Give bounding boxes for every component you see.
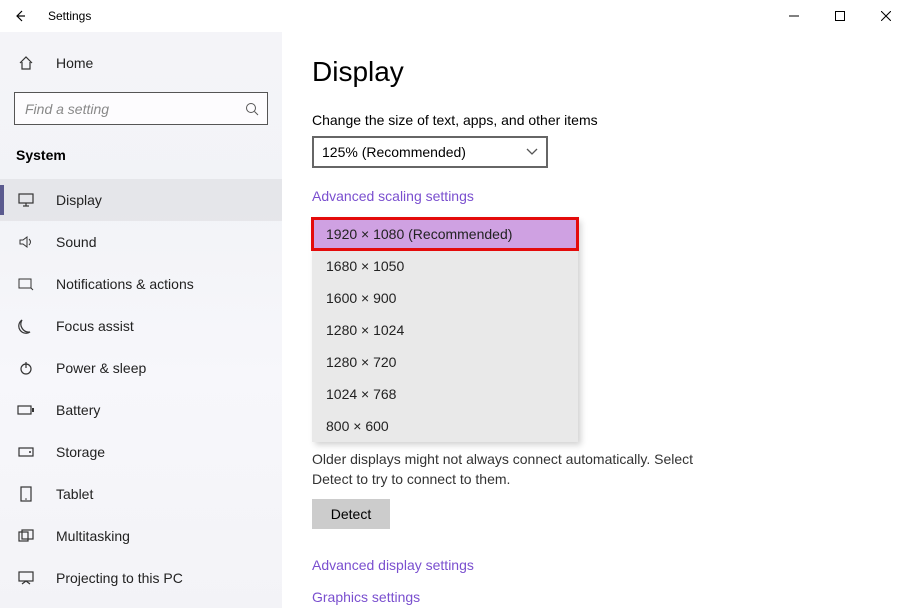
- arrow-left-icon: [13, 9, 27, 23]
- sidebar: Home System Display Sound: [0, 32, 282, 608]
- tablet-icon: [16, 484, 36, 504]
- nav-item-storage[interactable]: Storage: [0, 431, 282, 473]
- resolution-option[interactable]: 1680 × 1050: [312, 250, 578, 282]
- nav-item-display[interactable]: Display: [0, 179, 282, 221]
- sound-icon: [16, 232, 36, 252]
- nav-item-label: Projecting to this PC: [56, 570, 183, 586]
- minimize-icon: [789, 11, 799, 21]
- nav-list: Display Sound Notifications & actions Fo…: [0, 171, 282, 599]
- title-bar: Settings: [0, 0, 909, 32]
- resolution-option[interactable]: 1024 × 768: [312, 378, 578, 410]
- resolution-option[interactable]: 800 × 600: [312, 410, 578, 442]
- scale-label: Change the size of text, apps, and other…: [312, 112, 879, 128]
- resolution-option[interactable]: 1280 × 720: [312, 346, 578, 378]
- battery-icon: [16, 400, 36, 420]
- nav-item-battery[interactable]: Battery: [0, 389, 282, 431]
- close-icon: [881, 11, 891, 21]
- projecting-icon: [16, 568, 36, 588]
- search-input-wrapper[interactable]: [14, 92, 268, 125]
- display-icon: [16, 190, 36, 210]
- search-input[interactable]: [23, 100, 245, 118]
- nav-item-label: Focus assist: [56, 318, 134, 334]
- advanced-display-link[interactable]: Advanced display settings: [312, 557, 879, 573]
- nav-item-projecting[interactable]: Projecting to this PC: [0, 557, 282, 599]
- chevron-down-icon: [526, 148, 538, 156]
- power-icon: [16, 358, 36, 378]
- nav-item-focus-assist[interactable]: Focus assist: [0, 305, 282, 347]
- storage-icon: [16, 442, 36, 462]
- minimize-button[interactable]: [771, 0, 817, 32]
- nav-item-label: Storage: [56, 444, 105, 460]
- home-nav[interactable]: Home: [0, 44, 282, 82]
- nav-item-label: Sound: [56, 234, 96, 250]
- nav-item-label: Display: [56, 192, 102, 208]
- back-button[interactable]: [0, 0, 40, 32]
- nav-item-multitasking[interactable]: Multitasking: [0, 515, 282, 557]
- resolution-option-selected[interactable]: 1920 × 1080 (Recommended): [312, 218, 578, 250]
- nav-item-label: Multitasking: [56, 528, 130, 544]
- resolution-option[interactable]: 1280 × 1024: [312, 314, 578, 346]
- nav-item-notifications[interactable]: Notifications & actions: [0, 263, 282, 305]
- search-icon: [245, 102, 259, 116]
- nav-item-label: Battery: [56, 402, 100, 418]
- home-icon: [16, 53, 36, 73]
- detect-button-label: Detect: [331, 506, 371, 522]
- advanced-scaling-link[interactable]: Advanced scaling settings: [312, 188, 474, 204]
- older-displays-text: Older displays might not always connect …: [312, 450, 732, 489]
- focus-assist-icon: [16, 316, 36, 336]
- home-label: Home: [56, 55, 93, 71]
- scale-value: 125% (Recommended): [322, 144, 466, 160]
- detect-button[interactable]: Detect: [312, 499, 390, 529]
- nav-item-tablet[interactable]: Tablet: [0, 473, 282, 515]
- notifications-icon: [16, 274, 36, 294]
- resolution-dropdown[interactable]: 1920 × 1080 (Recommended) 1680 × 1050 16…: [312, 218, 578, 442]
- nav-item-power-sleep[interactable]: Power & sleep: [0, 347, 282, 389]
- page-title: Display: [312, 56, 879, 88]
- nav-item-label: Power & sleep: [56, 360, 146, 376]
- content-area: Display Change the size of text, apps, a…: [282, 32, 909, 608]
- nav-item-label: Notifications & actions: [56, 276, 194, 292]
- graphics-settings-link[interactable]: Graphics settings: [312, 589, 879, 605]
- nav-item-label: Tablet: [56, 486, 93, 502]
- multitasking-icon: [16, 526, 36, 546]
- close-button[interactable]: [863, 0, 909, 32]
- resolution-option[interactable]: 1600 × 900: [312, 282, 578, 314]
- maximize-icon: [835, 11, 845, 21]
- scale-combobox[interactable]: 125% (Recommended): [312, 136, 548, 168]
- nav-item-sound[interactable]: Sound: [0, 221, 282, 263]
- window-title: Settings: [48, 9, 91, 23]
- section-label: System: [0, 139, 282, 171]
- maximize-button[interactable]: [817, 0, 863, 32]
